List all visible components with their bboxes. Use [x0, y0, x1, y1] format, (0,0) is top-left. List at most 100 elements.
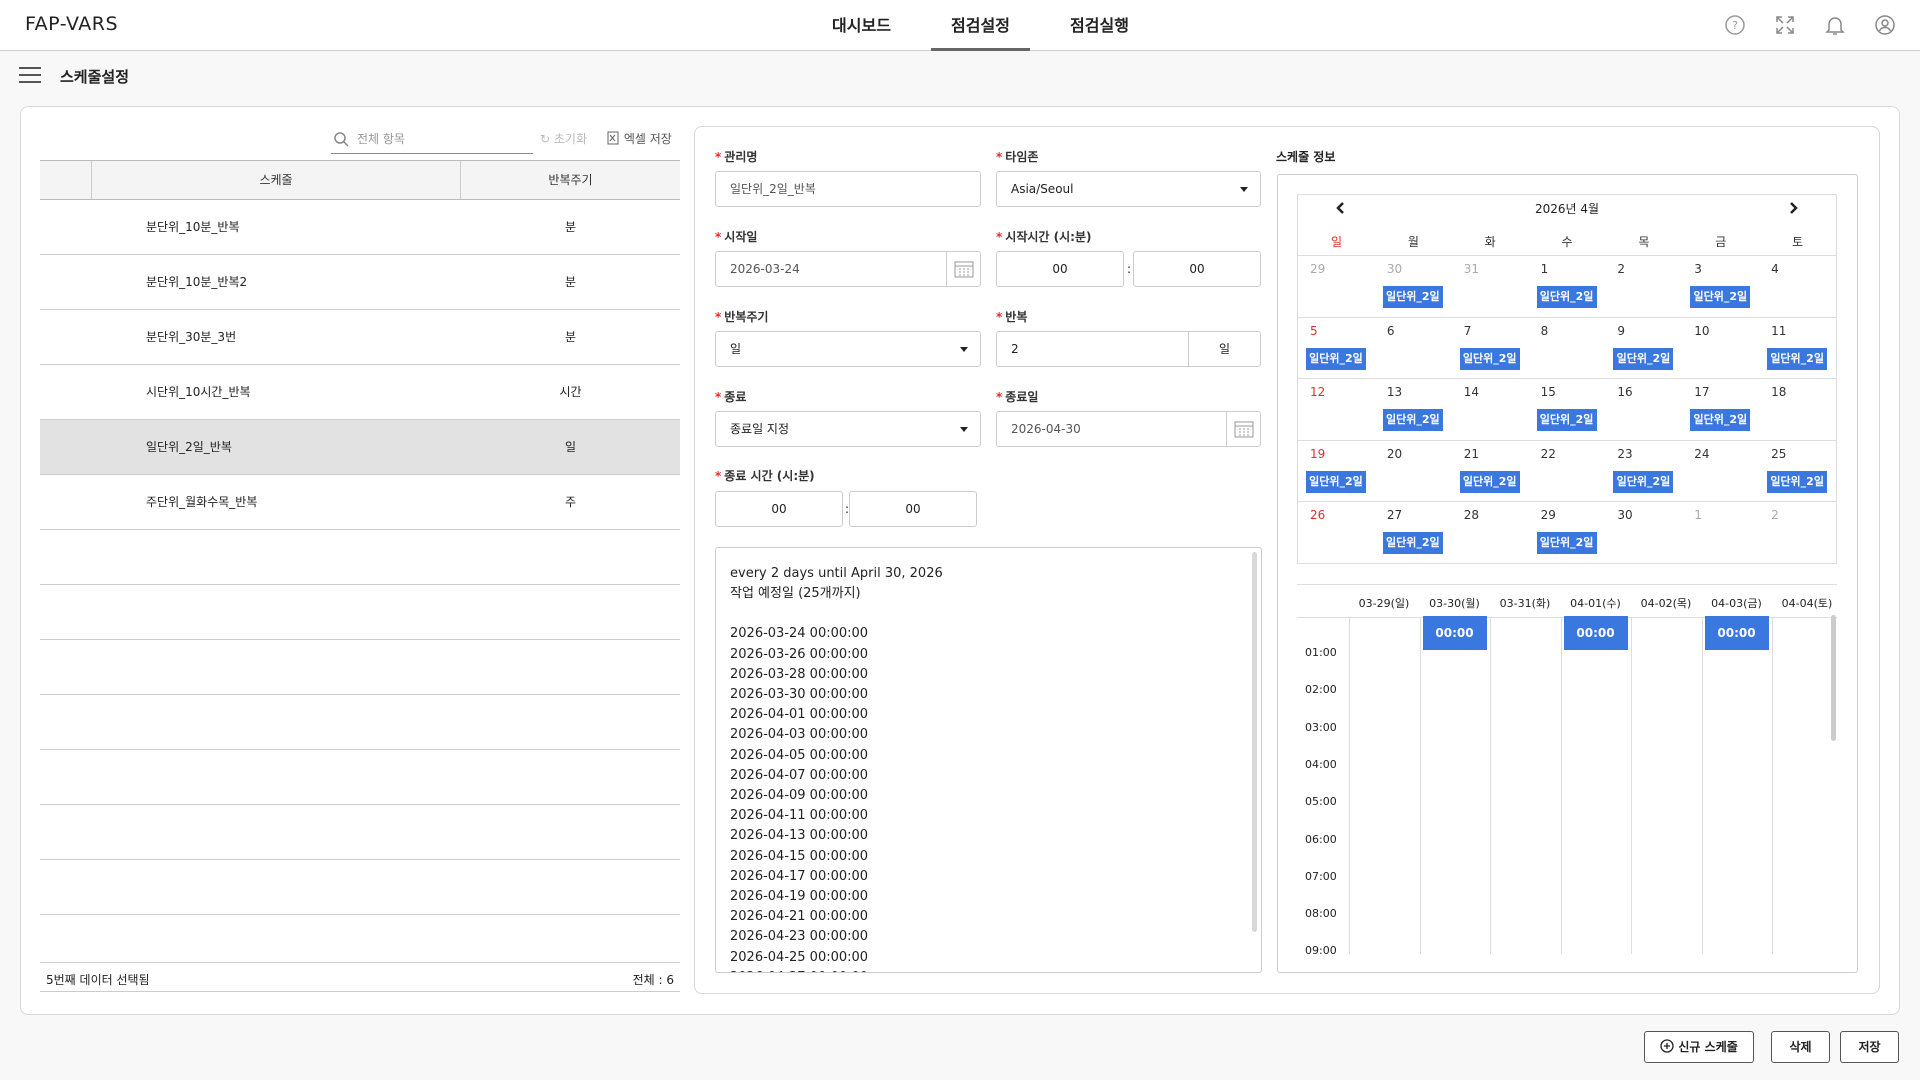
- calendar-event[interactable]: 일단위_2일: [1382, 409, 1443, 431]
- nav-settings[interactable]: 점검설정: [921, 0, 1040, 51]
- calendar-day[interactable]: 3: [1694, 262, 1702, 276]
- summary-scrollbar[interactable]: [1252, 552, 1257, 932]
- calendar-day[interactable]: 28: [1464, 508, 1479, 522]
- row-cycle: 분: [564, 330, 577, 344]
- calendar-event[interactable]: 일단위_2일: [1690, 409, 1751, 431]
- chevron-right-icon[interactable]: [1786, 201, 1800, 219]
- month-calendar: 2026년 4월 일월화수목금토 29 30 일단위_2일 31 1 일단위_2일 2 3 일단…: [1297, 194, 1837, 564]
- calendar-day[interactable]: 11: [1771, 324, 1786, 338]
- calendar-event[interactable]: 일단위_2일: [1459, 470, 1520, 493]
- calendar-event[interactable]: 일단위_2일: [1459, 347, 1520, 370]
- calendar-event[interactable]: 일단위_2일: [1306, 470, 1366, 493]
- calendar-event[interactable]: 일단위_2일: [1613, 347, 1674, 370]
- calendar-day[interactable]: 30: [1617, 508, 1632, 522]
- calendar-day[interactable]: 10: [1694, 324, 1709, 338]
- calendar-event[interactable]: 일단위_2일: [1382, 532, 1443, 554]
- new-schedule-button[interactable]: 신규 스케줄: [1644, 1031, 1754, 1063]
- chevron-left-icon[interactable]: [1334, 201, 1348, 219]
- nav-run[interactable]: 점검실행: [1040, 0, 1159, 51]
- calendar-day[interactable]: 8: [1541, 324, 1549, 338]
- search-input[interactable]: 전체 항목: [331, 125, 533, 154]
- calendar-day[interactable]: 26: [1310, 508, 1325, 522]
- calendar-day[interactable]: 18: [1771, 385, 1786, 399]
- end-minute-input[interactable]: 00: [849, 491, 977, 527]
- menu-icon[interactable]: [19, 67, 41, 85]
- calendar-day[interactable]: 25: [1771, 447, 1786, 461]
- repeat-input[interactable]: 2 일: [996, 331, 1261, 367]
- calendar-day[interactable]: 29: [1310, 262, 1325, 276]
- calendar-day[interactable]: 2: [1771, 508, 1779, 522]
- schedule-summary[interactable]: every 2 days until April 30, 2026 작업 예정일…: [715, 547, 1262, 973]
- calendar-day[interactable]: 1: [1694, 508, 1702, 522]
- calendar-event[interactable]: 일단위_2일: [1690, 286, 1751, 308]
- calendar-event[interactable]: 일단위_2일: [1382, 286, 1443, 308]
- week-scrollbar[interactable]: [1831, 615, 1836, 741]
- week-event[interactable]: 00:00: [1563, 616, 1628, 650]
- calendar-event[interactable]: 일단위_2일: [1613, 470, 1674, 493]
- excel-save-button[interactable]: 엑셀 저장: [607, 130, 672, 147]
- end-date-input[interactable]: 2026-04-30: [996, 411, 1261, 447]
- table-row-selected[interactable]: 일단위_2일_반복 일: [40, 420, 680, 475]
- bell-icon[interactable]: [1823, 13, 1847, 37]
- calendar-event[interactable]: 일단위_2일: [1767, 347, 1828, 370]
- delete-button[interactable]: 삭제: [1771, 1031, 1830, 1063]
- table-row[interactable]: 시단위_10시간_반복 시간: [40, 365, 680, 420]
- table-row[interactable]: 분단위_10분_반복 분: [40, 200, 680, 255]
- calendar-day[interactable]: 2: [1617, 262, 1625, 276]
- calendar-icon[interactable]: [1226, 412, 1260, 446]
- end-hour-input[interactable]: 00: [715, 491, 843, 527]
- table-row[interactable]: 분단위_30분_3번 분: [40, 310, 680, 365]
- name-input[interactable]: 일단위_2일_반복: [715, 171, 981, 207]
- table-row[interactable]: 주단위_월화수목_반복 주: [40, 475, 680, 530]
- calendar-day[interactable]: 13: [1387, 385, 1402, 399]
- calendar-day[interactable]: 23: [1617, 447, 1632, 461]
- calendar-day[interactable]: 7: [1464, 324, 1472, 338]
- reset-button[interactable]: ↻ 초기화: [540, 130, 587, 147]
- calendar-day[interactable]: 14: [1464, 385, 1479, 399]
- start-minute-input[interactable]: 00: [1133, 251, 1261, 287]
- calendar-day[interactable]: 17: [1694, 385, 1709, 399]
- timezone-select[interactable]: Asia/Seoul: [996, 171, 1261, 207]
- calendar-day[interactable]: 31: [1464, 262, 1479, 276]
- calendar-day[interactable]: 12: [1310, 385, 1325, 399]
- calendar-event[interactable]: 일단위_2일: [1536, 409, 1597, 431]
- start-hour-input[interactable]: 00: [996, 251, 1124, 287]
- calendar-day[interactable]: 4: [1771, 262, 1779, 276]
- calendar-day[interactable]: 9: [1617, 324, 1625, 338]
- save-button[interactable]: 저장: [1840, 1031, 1899, 1063]
- user-icon[interactable]: [1873, 13, 1897, 37]
- calendar-day[interactable]: 30: [1387, 262, 1402, 276]
- help-icon[interactable]: ?: [1723, 13, 1747, 37]
- calendar-event[interactable]: 일단위_2일: [1306, 347, 1366, 370]
- calendar-day[interactable]: 22: [1541, 447, 1556, 461]
- calendar-event[interactable]: 일단위_2일: [1767, 470, 1828, 493]
- week-event[interactable]: 00:00: [1422, 616, 1487, 650]
- calendar-day[interactable]: 27: [1387, 508, 1402, 522]
- schedule-date: 2026-04-07 00:00:00: [730, 767, 869, 783]
- start-date-input[interactable]: 2026-03-24: [715, 251, 981, 287]
- table-row[interactable]: 분단위_10분_반복2 분: [40, 255, 680, 310]
- fullscreen-icon[interactable]: [1773, 13, 1797, 37]
- calendar-day[interactable]: 19: [1310, 447, 1325, 461]
- week-column-divider: [1419, 618, 1421, 954]
- empty-row: [40, 860, 680, 915]
- timezone-value: Asia/Seoul: [1011, 182, 1074, 196]
- end-select[interactable]: 종료일 지정: [715, 411, 981, 447]
- calendar-day[interactable]: 5: [1310, 324, 1318, 338]
- calendar-day[interactable]: 6: [1387, 324, 1395, 338]
- calendar-day[interactable]: 1: [1541, 262, 1549, 276]
- week-event[interactable]: 00:00: [1704, 616, 1769, 650]
- nav-dashboard[interactable]: 대시보드: [802, 0, 921, 51]
- calendar-day[interactable]: 16: [1617, 385, 1632, 399]
- calendar-day[interactable]: 15: [1541, 385, 1556, 399]
- calendar-event[interactable]: 일단위_2일: [1536, 286, 1597, 308]
- calendar-icon[interactable]: [946, 252, 980, 286]
- calendar-day[interactable]: 24: [1694, 447, 1709, 461]
- calendar-day[interactable]: 29: [1541, 508, 1556, 522]
- calendar-event[interactable]: 일단위_2일: [1536, 532, 1597, 554]
- calendar-day[interactable]: 20: [1387, 447, 1402, 461]
- schedule-date: 2026-04-27 00:00:00: [730, 968, 1247, 972]
- excel-label: 엑셀 저장: [623, 132, 672, 146]
- calendar-day[interactable]: 21: [1464, 447, 1479, 461]
- cycle-select[interactable]: 일: [715, 331, 981, 367]
